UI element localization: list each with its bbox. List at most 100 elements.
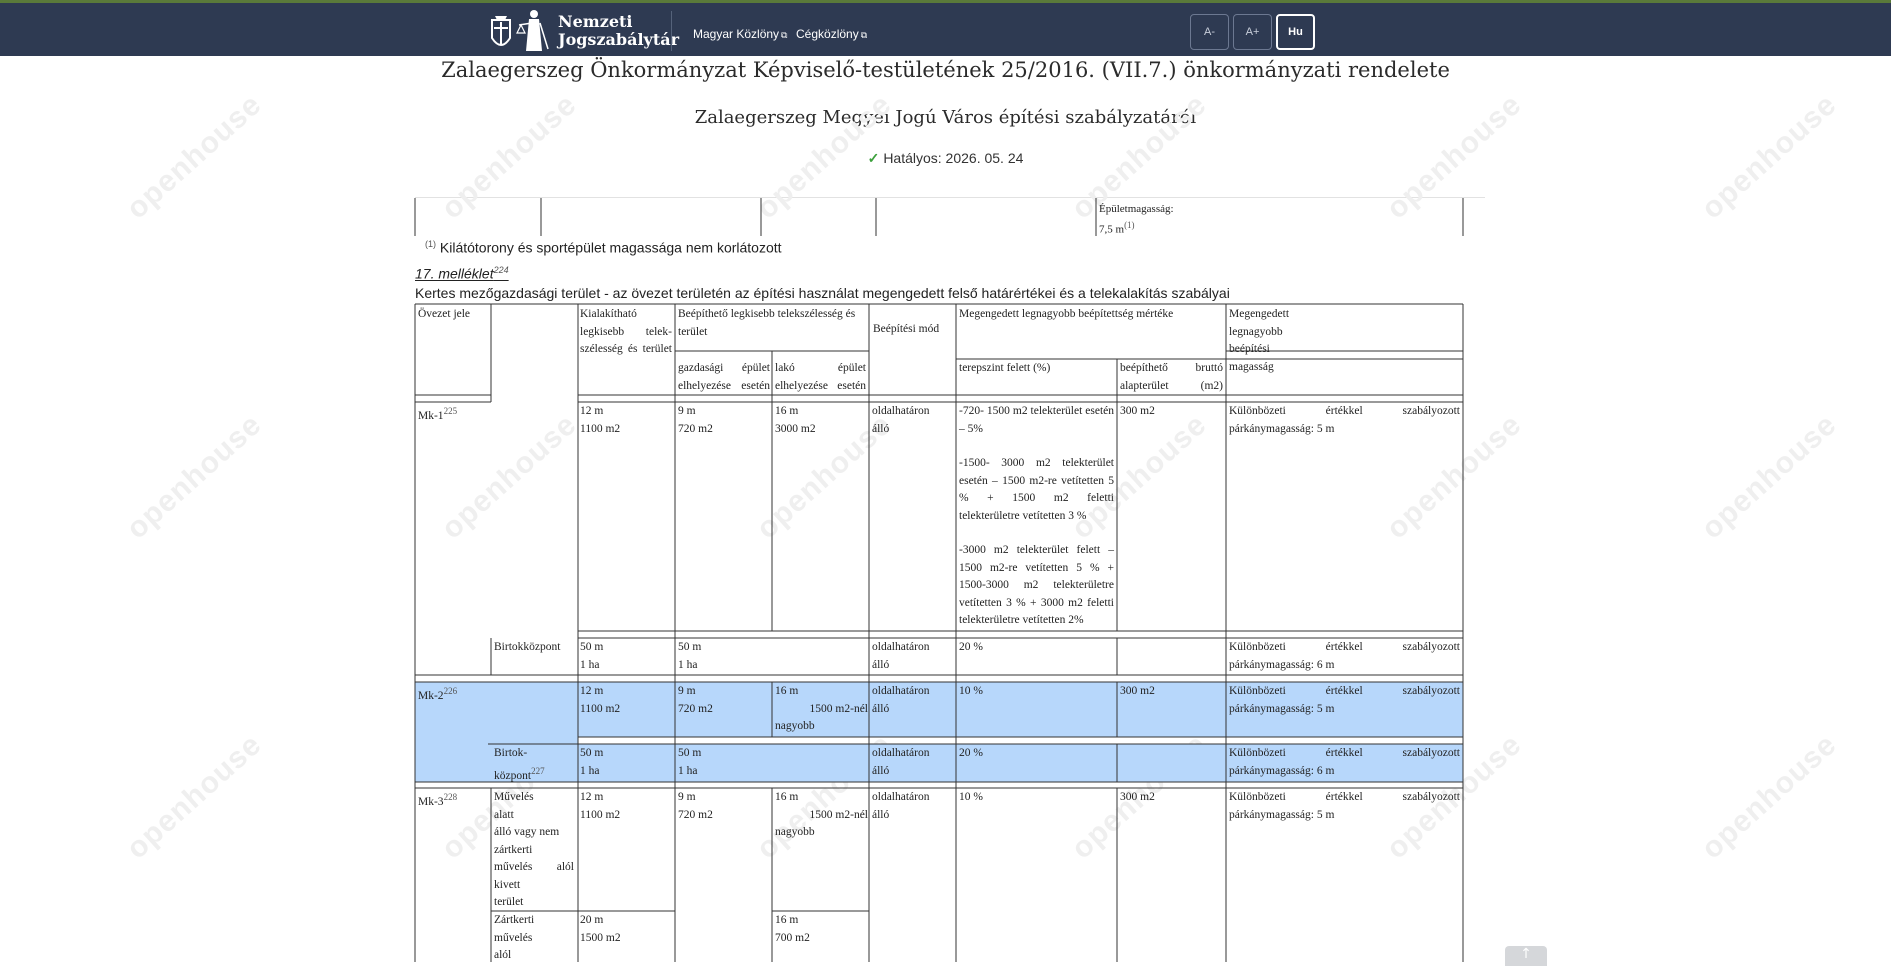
mk2-sub-mode-line2: álló — [872, 764, 890, 777]
logo-text: Nemzeti Jogszabálytár — [558, 13, 679, 49]
mk1-econ-width: 9 m — [678, 405, 696, 417]
mk3-resid-area: 1500 m2-nél — [809, 808, 868, 821]
height-note-ref: (1) — [1124, 220, 1135, 230]
mk2-height: Különbözeti értékkel szabályozott párkány… — [1229, 683, 1460, 718]
mk3-sub2-line: művelés — [494, 931, 533, 944]
arrow-up-icon: ↑ — [1520, 946, 1532, 962]
mk2-sub-ref[interactable]: 227 — [531, 766, 545, 776]
mk1-min-plot-area: 1100 m2 — [580, 422, 621, 435]
mk3-sub1-line: Művelés — [494, 791, 534, 803]
header-min-plot: Kialakítható legkisebb telek-szélesség é… — [580, 308, 672, 355]
height-value: 7,5 m(1) — [1099, 217, 1174, 238]
footnote: (1) Kilátótorony és sportépület magasság… — [425, 239, 782, 256]
logo-line-1: Nemzeti — [558, 12, 633, 31]
mk1-sub-coverage: 20 % — [959, 641, 983, 653]
zone-mk3: Mk-3228 — [418, 789, 457, 811]
header-max-height: Megengedett legnagyobb beépítési magassá… — [1229, 308, 1290, 373]
mk2-sub-build-width: 50 m — [678, 747, 702, 759]
external-link-icon: ⧉ — [860, 30, 868, 40]
mk3-sub2-line: Zártkerti — [494, 914, 535, 926]
scroll-to-top-button[interactable]: ↑ — [1505, 946, 1547, 966]
mk2-sub-build-area: 1 ha — [678, 764, 698, 777]
previous-table-lines — [414, 198, 1464, 236]
mk3-sub2-min-plot-area: 1500 m2 — [580, 931, 621, 944]
mk2-sub-height-line1: Különbözeti értékkel szabályozott — [1229, 747, 1460, 759]
header-divider — [671, 11, 672, 51]
zone-mk2: Mk-2226 — [418, 683, 457, 705]
mk3-min-plot: 12 m 1100 m2 — [580, 789, 620, 824]
external-link-icon: ⧉ — [781, 30, 788, 40]
mk1-mode-line2: álló — [872, 422, 890, 435]
mk2-sub-mode: oldalhatáron álló — [872, 745, 929, 780]
mk3-height-line1: Különbözeti értékkel szabályozott — [1229, 791, 1460, 803]
mk2-resid-qualifier: nagyobb — [775, 720, 815, 732]
mk2-sub-build: 50 m 1 ha — [678, 745, 701, 780]
cegkozlony-link[interactable]: Cégközlöny ⧉ — [796, 27, 867, 41]
document-title: Zalaegerszeg Önkormányzat Képviselő-test… — [441, 58, 1450, 82]
mk3-resid-width: 16 m — [775, 791, 799, 803]
validity-text: Hatályos: 2026. 05. 24 — [883, 150, 1024, 166]
annex-ref[interactable]: 224 — [494, 265, 509, 275]
mk2-sub-coverage: 20 % — [959, 747, 983, 759]
mk1-sub-build: 50 m 1 ha — [678, 639, 701, 674]
mk2-resid-width: 16 m — [775, 685, 799, 697]
annex-label-link[interactable]: 17. melléklet224 — [415, 265, 509, 282]
mk2-sub-name-line2: központ — [494, 769, 532, 782]
mk2-gross: 300 m2 — [1120, 685, 1155, 697]
mk1-sub-name: Birtokközpont — [494, 641, 561, 653]
zone-mk1-ref[interactable]: 225 — [444, 406, 458, 416]
check-icon: ✓ — [867, 150, 880, 166]
mk3-resid-qualifier: nagyobb — [775, 826, 815, 838]
header-buildable: Beépíthető legkisebb telekszélesség és t… — [678, 308, 856, 338]
zone-mk3-ref[interactable]: 228 — [444, 792, 458, 802]
mk1-height-line1: Különbözeti értékkel szabályozott — [1229, 405, 1460, 417]
zone-mk2-ref[interactable]: 226 — [444, 686, 458, 696]
mk2-sub-mode-line1: oldalhatáron — [872, 747, 930, 759]
mk2-height-line2: párkánymagasság: 5 m — [1229, 702, 1335, 715]
site-logo[interactable]: Nemzeti Jogszabálytár — [490, 9, 679, 53]
mk2-mode-line1: oldalhatáron — [872, 685, 930, 697]
mk1-econ: 9 m 720 m2 — [678, 403, 713, 438]
footnote-text: Kilátótorony és sportépület magassága ne… — [439, 239, 782, 256]
document-subtitle: Zalaegerszeg Megyei Jogú Város építési s… — [694, 107, 1197, 128]
mk1-resid-area: 3000 m2 — [775, 422, 816, 435]
previous-height-cell: Épületmagasság: 7,5 m(1) — [1099, 201, 1174, 238]
watermark: openhouse — [1695, 407, 1844, 546]
mk1-sub-min-plot-area: 1 ha — [580, 658, 600, 671]
watermark: openhouse — [435, 407, 584, 546]
top-navigation-bar: Nemzeti Jogszabálytár Magyar Közlöny ⧉ Cé… — [0, 0, 1891, 56]
header-above-ground: terepszint felett (%) — [959, 362, 1051, 374]
validity-status: ✓ Hatályos: 2026. 05. 24 — [0, 150, 1891, 167]
justice-statue-icon — [516, 10, 549, 51]
mk3-min-plot-width: 12 m — [580, 791, 604, 803]
mk3-coverage: 10 % — [959, 791, 983, 803]
magyar-kozlony-link[interactable]: Magyar Közlöny ⧉ — [693, 27, 787, 41]
mk2-resid-area: 1500 m2-nél — [809, 702, 868, 715]
mk2-mode: oldalhatáron álló — [872, 683, 929, 718]
mk1-sub-min-plot: 50 m 1 ha — [580, 639, 603, 674]
mk3-gross: 300 m2 — [1120, 791, 1155, 803]
mk1-min-plot: 12 m 1100 m2 — [580, 403, 620, 438]
zone-mk2-label: Mk-2 — [418, 689, 444, 702]
font-increase-button[interactable]: A+ — [1233, 14, 1272, 50]
language-button[interactable]: Hu — [1276, 14, 1315, 50]
font-decrease-button[interactable]: A- — [1190, 14, 1229, 50]
mk1-sub-build-width: 50 m — [678, 641, 702, 653]
mk1-mode-line1: oldalhatáron — [872, 405, 930, 417]
mk2-sub-min-plot-width: 50 m — [580, 747, 604, 759]
logo-line-2: Jogszabálytár — [558, 30, 680, 49]
mk3-mode-line1: oldalhatáron — [872, 791, 930, 803]
mk1-min-plot-width: 12 m — [580, 405, 604, 417]
mk1-sub-height: Különbözeti értékkel szabályozott párkány… — [1229, 639, 1460, 674]
mk3-sub2-min-plot: 20 m 1500 m2 — [580, 912, 621, 947]
mk3-sub1-line: álló vagy nem — [494, 826, 560, 838]
annex-title: Kertes mezőgazdasági terület - az övezet… — [415, 285, 1230, 301]
title-divider — [415, 197, 1485, 198]
cegkozlony-label: Cégközlöny — [796, 27, 859, 41]
mk2-sub-name-line1: Birtok- — [494, 747, 528, 759]
mk1-coverage-tier3: -3000 m2 telekterület felett – 1500 m2-r… — [959, 544, 1114, 626]
mk1-sub-min-plot-width: 50 m — [580, 641, 604, 653]
mk1-resid-width: 16 m — [775, 405, 799, 417]
mk3-min-plot-area: 1100 m2 — [580, 808, 621, 821]
watermark: openhouse — [1695, 727, 1844, 866]
